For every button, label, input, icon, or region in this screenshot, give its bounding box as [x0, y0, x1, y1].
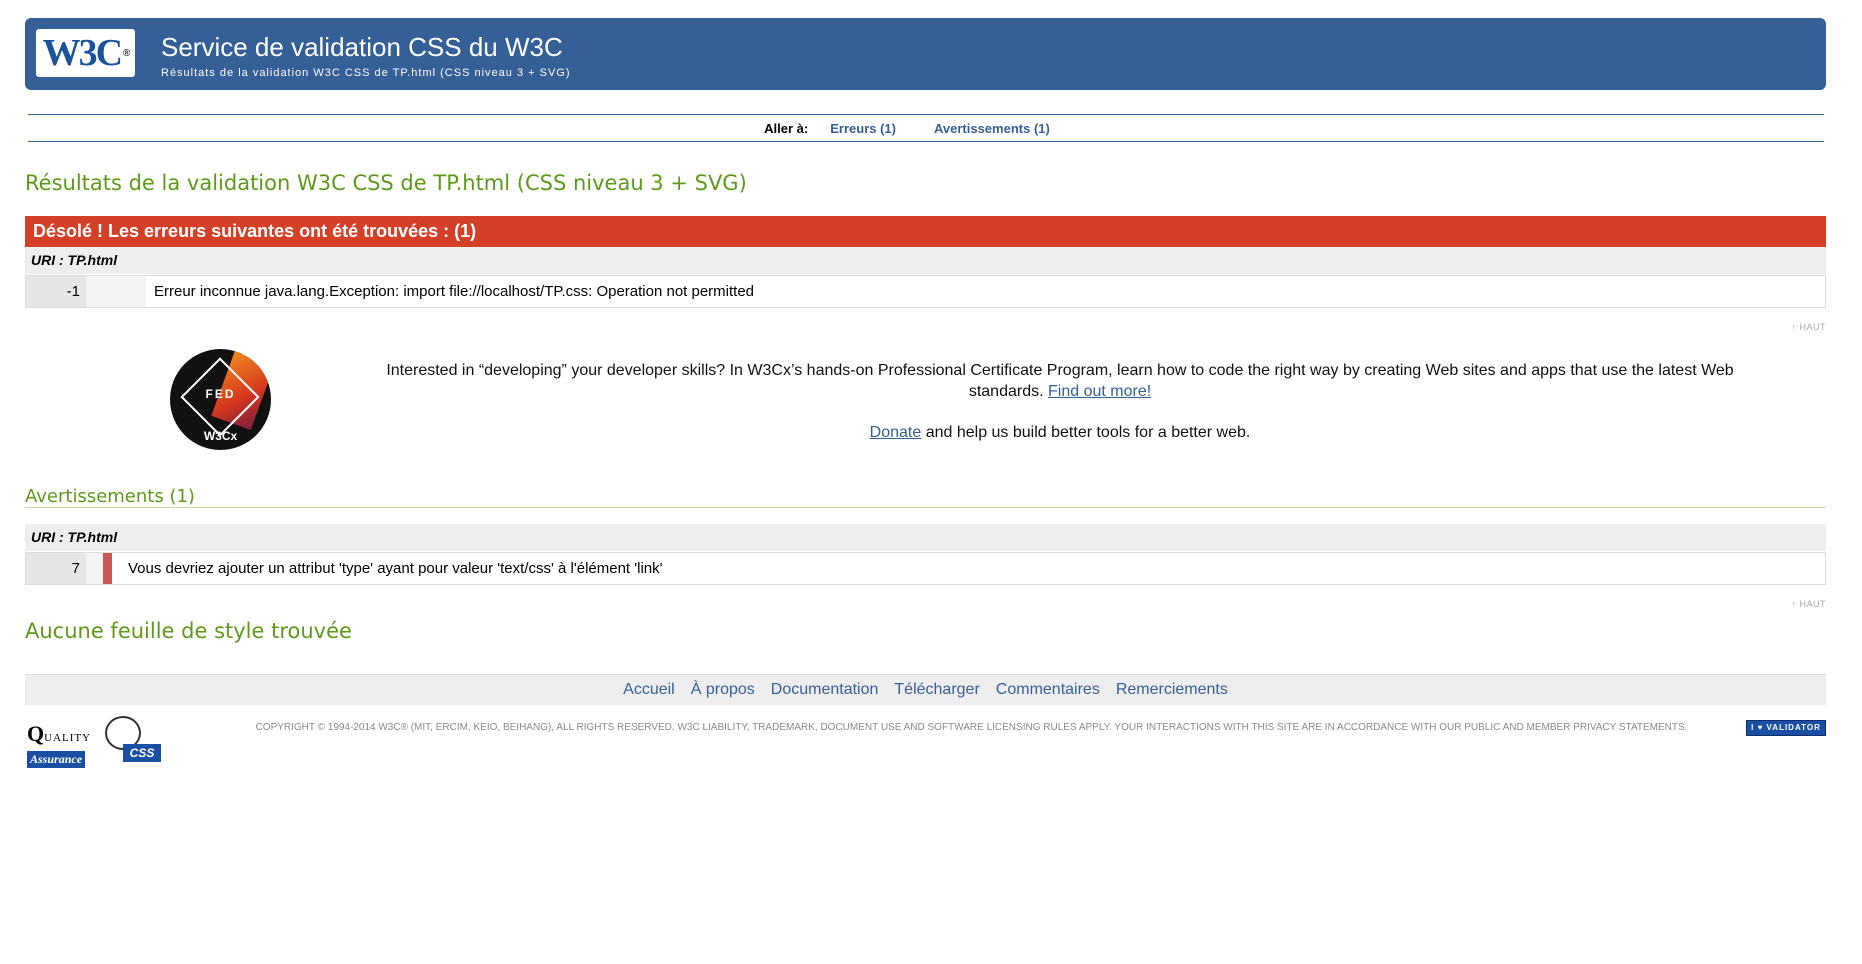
header-banner: W3C ® Service de validation CSS du W3C Ré…: [25, 18, 1826, 90]
errors-uri: URI : TP.html: [25, 247, 1826, 274]
jump-nav: Aller à: Erreurs (1) Avertissements (1): [28, 114, 1824, 142]
w3c-logo-reg: ®: [123, 47, 131, 59]
page-subtitle: Résultats de la validation W3C CSS de TP…: [161, 67, 571, 79]
w3c-logo[interactable]: W3C ®: [36, 29, 135, 77]
footer-nav-documentation[interactable]: Documentation: [771, 681, 879, 699]
warning-line-number: 7: [26, 553, 86, 584]
results-title: Résultats de la validation W3C CSS de TP…: [25, 171, 747, 195]
error-row: -1 Erreur inconnue java.lang.Exception: …: [25, 275, 1826, 308]
footer-nav-feedback[interactable]: Commentaires: [996, 681, 1100, 699]
badge-bottom-text: W3Cx: [203, 429, 238, 443]
jump-warnings-link[interactable]: Avertissements (1): [934, 121, 1050, 136]
footer-nav: Accueil À propos Documentation Télécharg…: [25, 674, 1826, 705]
jump-nav-label: Aller à:: [764, 120, 809, 136]
footer-nav-download[interactable]: Télécharger: [894, 681, 979, 699]
qa-uality: UALITY: [44, 732, 92, 744]
page-title: Service de validation CSS du W3C: [161, 32, 563, 62]
footer-nav-home[interactable]: Accueil: [623, 681, 675, 699]
css-sheep-logo[interactable]: CSS: [99, 716, 164, 766]
footer-nav-about[interactable]: À propos: [691, 681, 755, 699]
qa-q-letter: Q: [27, 721, 45, 746]
back-to-top-link[interactable]: ↑ HAUT: [1792, 322, 1827, 332]
warning-row: 7 Vous devriez ajouter un attribut 'type…: [25, 552, 1826, 585]
copyright-text: Copyright © 1994-2014 W3C® (MIT, ERCIM, …: [255, 722, 1688, 733]
find-out-more-link[interactable]: Find out more!: [1048, 383, 1151, 400]
back-to-top-link-2[interactable]: ↑ HAUT: [1792, 599, 1827, 609]
donate-link[interactable]: Donate: [870, 424, 922, 441]
footer-nav-credits[interactable]: Remerciements: [1116, 681, 1228, 699]
qa-q: QUALITY: [27, 723, 94, 749]
i-love-validator-badge[interactable]: I ♥ VALIDATOR: [1746, 720, 1826, 736]
quality-assurance-logo[interactable]: QUALITY Assurance: [27, 723, 94, 768]
warning-context: [86, 553, 112, 584]
w3c-logo-text: W3C: [42, 32, 123, 74]
warning-message: Vous devriez ajouter un attribut 'type' …: [128, 560, 663, 577]
warnings-divider: [25, 507, 1826, 508]
qa-assurance: Assurance: [27, 751, 86, 768]
css-tag: CSS: [123, 744, 161, 762]
donate-text: and help us build better tools for a bet…: [921, 424, 1251, 441]
error-context: [86, 276, 146, 307]
jump-errors-link[interactable]: Erreurs (1): [830, 121, 896, 136]
warnings-uri: URI : TP.html: [25, 524, 1826, 551]
error-line-number: -1: [26, 276, 86, 307]
warnings-title: Avertissements (1): [25, 486, 195, 507]
donate-line: Donate and help us build better tools fo…: [385, 424, 1735, 442]
badge-center-text: FED: [205, 387, 236, 401]
w3cx-badge-icon[interactable]: FED W3Cx: [170, 349, 271, 450]
no-stylesheet-title: Aucune feuille de style trouvée: [25, 619, 352, 643]
errors-header: Désolé ! Les erreurs suivantes ont été t…: [25, 216, 1826, 247]
error-message: Erreur inconnue java.lang.Exception: imp…: [154, 283, 755, 300]
promo-text: Interested in “developing” your develope…: [385, 360, 1735, 402]
